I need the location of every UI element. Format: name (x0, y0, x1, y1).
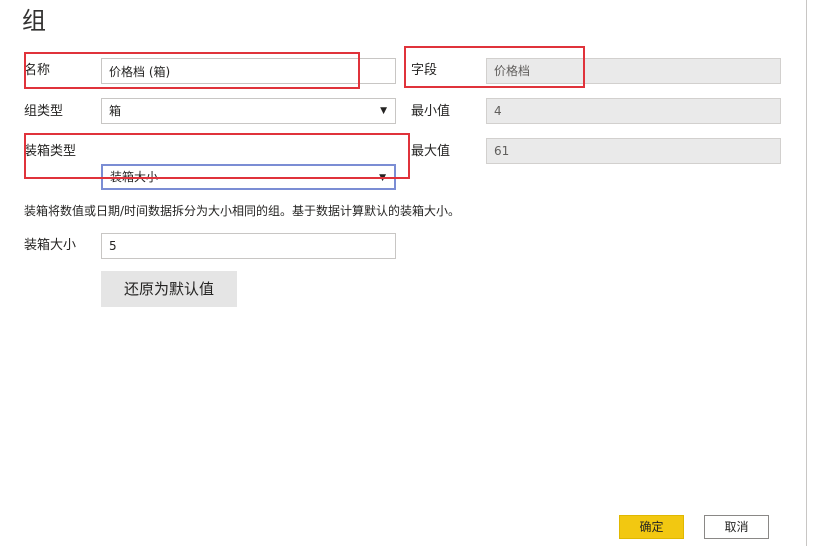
max-label: 最大值 (411, 144, 451, 159)
cancel-button[interactable]: 取消 (704, 515, 769, 539)
bin-size-input[interactable] (101, 233, 396, 259)
group-type-value: 箱 (109, 104, 122, 118)
max-value: 61 (486, 138, 781, 164)
min-label: 最小值 (411, 104, 451, 119)
dialog-title: 组 (22, 7, 46, 35)
reset-default-button[interactable]: 还原为默认值 (101, 271, 237, 307)
highlight-field (404, 46, 585, 88)
highlight-bin-type (24, 133, 410, 179)
chevron-down-icon: ▼ (380, 106, 387, 116)
right-divider (806, 0, 807, 546)
min-value: 4 (486, 98, 781, 124)
bin-description: 装箱将数值或日期/时间数据拆分为大小相同的组。基于数据计算默认的装箱大小。 (24, 204, 461, 218)
ok-button[interactable]: 确定 (619, 515, 684, 539)
highlight-name (24, 52, 360, 89)
group-type-select[interactable]: 箱 ▼ (101, 98, 396, 124)
group-type-label: 组类型 (24, 104, 64, 119)
bin-size-label: 装箱大小 (24, 238, 77, 253)
